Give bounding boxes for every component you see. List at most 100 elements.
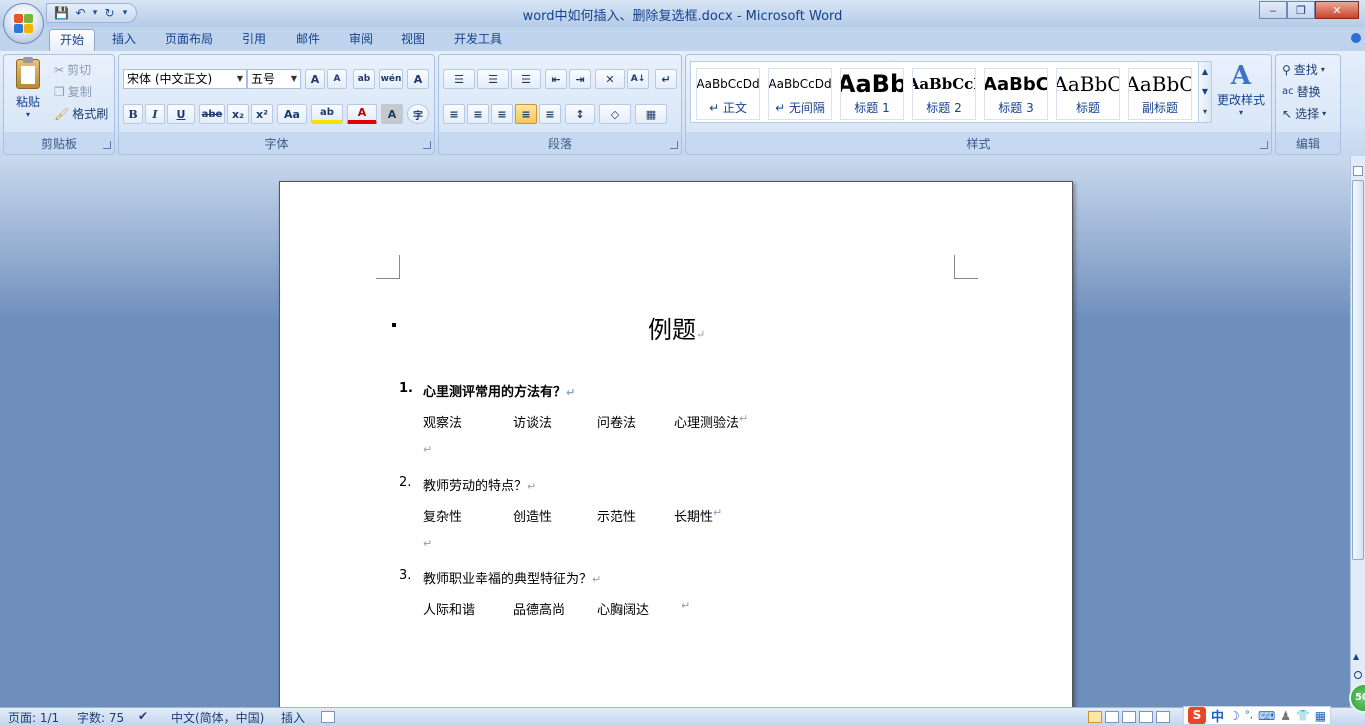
office-button[interactable] bbox=[3, 3, 44, 44]
select-button[interactable]: ↖ 选择 ▾ bbox=[1282, 105, 1326, 122]
style-subtitle[interactable]: AaBbC 副标题 bbox=[1128, 68, 1192, 120]
toolbox-icon[interactable]: ▦ bbox=[1315, 709, 1326, 723]
print-layout-view-icon[interactable] bbox=[1088, 711, 1102, 723]
increase-indent-button[interactable]: ⇥ bbox=[569, 69, 591, 89]
draft-view-icon[interactable] bbox=[1156, 711, 1170, 723]
style-heading-1[interactable]: AaBb 标题 1 bbox=[840, 68, 904, 120]
superscript-button[interactable]: x² bbox=[251, 104, 273, 124]
keyboard-icon[interactable]: ⌨ bbox=[1258, 709, 1275, 723]
font-size-combo[interactable]: 五号 ▼ bbox=[247, 69, 301, 89]
replace-button[interactable]: ac 替换 bbox=[1282, 83, 1321, 100]
document-page[interactable]: 例题↵ 1. 心里测评常用的方法有？↵ 观察法 访谈法 问卷法 心理测验法 ↵ ↵… bbox=[279, 181, 1073, 711]
subscript-button[interactable]: x₂ bbox=[227, 104, 249, 124]
shrink-font-button[interactable]: A bbox=[327, 69, 347, 89]
character-border-button[interactable]: A bbox=[407, 69, 429, 89]
question-2[interactable]: 2. 教师劳动的特点？↵ bbox=[399, 475, 536, 494]
bold-button[interactable]: B bbox=[123, 104, 143, 124]
web-layout-view-icon[interactable] bbox=[1122, 711, 1136, 723]
font-color-button[interactable]: A bbox=[347, 104, 377, 124]
italic-button[interactable]: I bbox=[145, 104, 165, 124]
proofing-icon[interactable]: ✔ bbox=[138, 709, 148, 723]
clipboard-group: 粘贴 ▾ ✂ 剪切 ❐ 复制 🖌 格式刷 剪贴板 bbox=[3, 54, 115, 155]
browse-object-icon[interactable] bbox=[1354, 671, 1362, 679]
paste-button[interactable]: 粘贴 ▾ bbox=[10, 57, 46, 129]
full-screen-reading-view-icon[interactable] bbox=[1105, 711, 1119, 723]
paragraph-dialog-launcher[interactable] bbox=[670, 141, 678, 149]
outline-view-icon[interactable] bbox=[1139, 711, 1153, 723]
numbering-button[interactable]: ☰ bbox=[477, 69, 509, 89]
phonetic-guide-button[interactable]: wén bbox=[379, 69, 403, 89]
help-icon[interactable] bbox=[1351, 33, 1361, 43]
question-1[interactable]: 1. 心里测评常用的方法有？↵ bbox=[399, 381, 575, 400]
tab-insert[interactable]: 插入 bbox=[102, 29, 146, 51]
borders-button[interactable]: ▦ bbox=[635, 104, 667, 124]
font-name-combo[interactable]: 宋体 (中文正文) ▼ bbox=[123, 69, 247, 89]
cut-button[interactable]: ✂ 剪切 bbox=[54, 61, 91, 78]
multilevel-list-button[interactable]: ☰ bbox=[511, 69, 541, 89]
styles-dialog-launcher[interactable] bbox=[1260, 141, 1268, 149]
question-3[interactable]: 3. 教师职业幸福的典型特征为？↵ bbox=[399, 568, 601, 587]
scroll-thumb[interactable] bbox=[1352, 180, 1364, 560]
close-button[interactable]: ✕ bbox=[1315, 1, 1359, 19]
enclose-characters-button[interactable]: 字 bbox=[407, 104, 429, 124]
justify-button[interactable]: ≡ bbox=[515, 104, 537, 124]
user-icon[interactable]: ♟ bbox=[1280, 709, 1291, 723]
tab-page-layout[interactable]: 页面布局 bbox=[155, 29, 223, 51]
sogou-logo-icon[interactable]: S bbox=[1188, 707, 1206, 724]
skin-icon[interactable]: 👕 bbox=[1296, 709, 1310, 722]
tab-references[interactable]: 引用 bbox=[232, 29, 276, 51]
character-shading-button[interactable]: A bbox=[381, 104, 403, 124]
copy-button[interactable]: ❐ 复制 bbox=[54, 83, 92, 100]
chinese-layout-button[interactable]: ✕ bbox=[595, 69, 625, 89]
vertical-scrollbar[interactable]: ▲ bbox=[1350, 156, 1365, 707]
format-painter-button[interactable]: 🖌 格式刷 bbox=[54, 105, 108, 122]
decrease-indent-button[interactable]: ⇤ bbox=[545, 69, 567, 89]
align-right-button[interactable]: ≡ bbox=[491, 104, 513, 124]
style-heading-2[interactable]: AaBbCcI标题 2 bbox=[912, 68, 976, 120]
change-case-button[interactable]: Aa bbox=[277, 104, 307, 124]
highlight-button[interactable]: ab bbox=[311, 104, 343, 124]
line-spacing-button[interactable]: ↕ bbox=[565, 104, 595, 124]
show-marks-button[interactable]: ↵ bbox=[655, 69, 677, 89]
change-styles-button[interactable]: A 更改样式 ▾ bbox=[1216, 61, 1266, 117]
punctuation-icon[interactable]: °, bbox=[1245, 710, 1253, 721]
grow-font-button[interactable]: A bbox=[305, 69, 325, 89]
tab-home[interactable]: 开始 bbox=[49, 29, 96, 51]
style-normal[interactable]: AaBbCcDd ↵ 正文 bbox=[696, 68, 760, 120]
bullets-button[interactable]: ☰ bbox=[443, 69, 475, 89]
word-count[interactable]: 字数: 75 bbox=[77, 709, 124, 725]
document-title[interactable]: 例题↵ bbox=[648, 310, 705, 345]
macro-record-icon[interactable] bbox=[321, 711, 335, 723]
minimize-button[interactable]: ‒ bbox=[1259, 1, 1287, 19]
tab-review[interactable]: 审阅 bbox=[339, 29, 383, 51]
distributed-button[interactable]: ≡ bbox=[539, 104, 561, 124]
ime-mode-icon[interactable]: 中 bbox=[1211, 706, 1224, 725]
clear-format-button[interactable]: ab bbox=[353, 69, 375, 89]
align-left-button[interactable]: ≡ bbox=[443, 104, 465, 124]
strikethrough-button[interactable]: abe bbox=[199, 104, 225, 124]
clipboard-dialog-launcher[interactable] bbox=[103, 141, 111, 149]
tab-developer[interactable]: 开发工具 bbox=[444, 29, 512, 51]
style-no-spacing[interactable]: AaBbCcDd ↵ 无间隔 bbox=[768, 68, 832, 120]
sort-button[interactable]: A↓ bbox=[627, 69, 649, 89]
underline-button[interactable]: U bbox=[167, 104, 195, 124]
moon-icon[interactable]: ☽ bbox=[1229, 709, 1240, 723]
shading-button[interactable]: ◇ bbox=[599, 104, 631, 124]
gallery-scroll[interactable]: ▲ ▼ ▾ bbox=[1198, 61, 1212, 123]
tab-view[interactable]: 视图 bbox=[391, 29, 435, 51]
tab-mailings[interactable]: 邮件 bbox=[286, 29, 330, 51]
font-dialog-launcher[interactable] bbox=[423, 141, 431, 149]
scroll-up-icon[interactable]: ▲ bbox=[1353, 652, 1359, 661]
scissors-icon: ✂ bbox=[54, 62, 65, 77]
maximize-button[interactable]: ❐ bbox=[1287, 1, 1315, 19]
style-title[interactable]: AaBbC 标题 bbox=[1056, 68, 1120, 120]
align-center-button[interactable]: ≡ bbox=[467, 104, 489, 124]
style-heading-3[interactable]: AaBbC 标题 3 bbox=[984, 68, 1048, 120]
language-indicator[interactable]: 中文(简体，中国) bbox=[171, 709, 264, 725]
page-count[interactable]: 页面: 1/1 bbox=[8, 709, 59, 725]
ruler-toggle-icon[interactable] bbox=[1353, 166, 1363, 176]
binoculars-icon: ⚲ bbox=[1282, 62, 1291, 77]
insert-mode-indicator[interactable]: 插入 bbox=[281, 709, 305, 725]
styles-group: AaBbCcDd↵ 正文 AaBbCcDd↵ 无间隔 AaBb标题 1 AaBb… bbox=[685, 54, 1272, 155]
find-button[interactable]: ⚲ 查找 ▾ bbox=[1282, 61, 1325, 78]
